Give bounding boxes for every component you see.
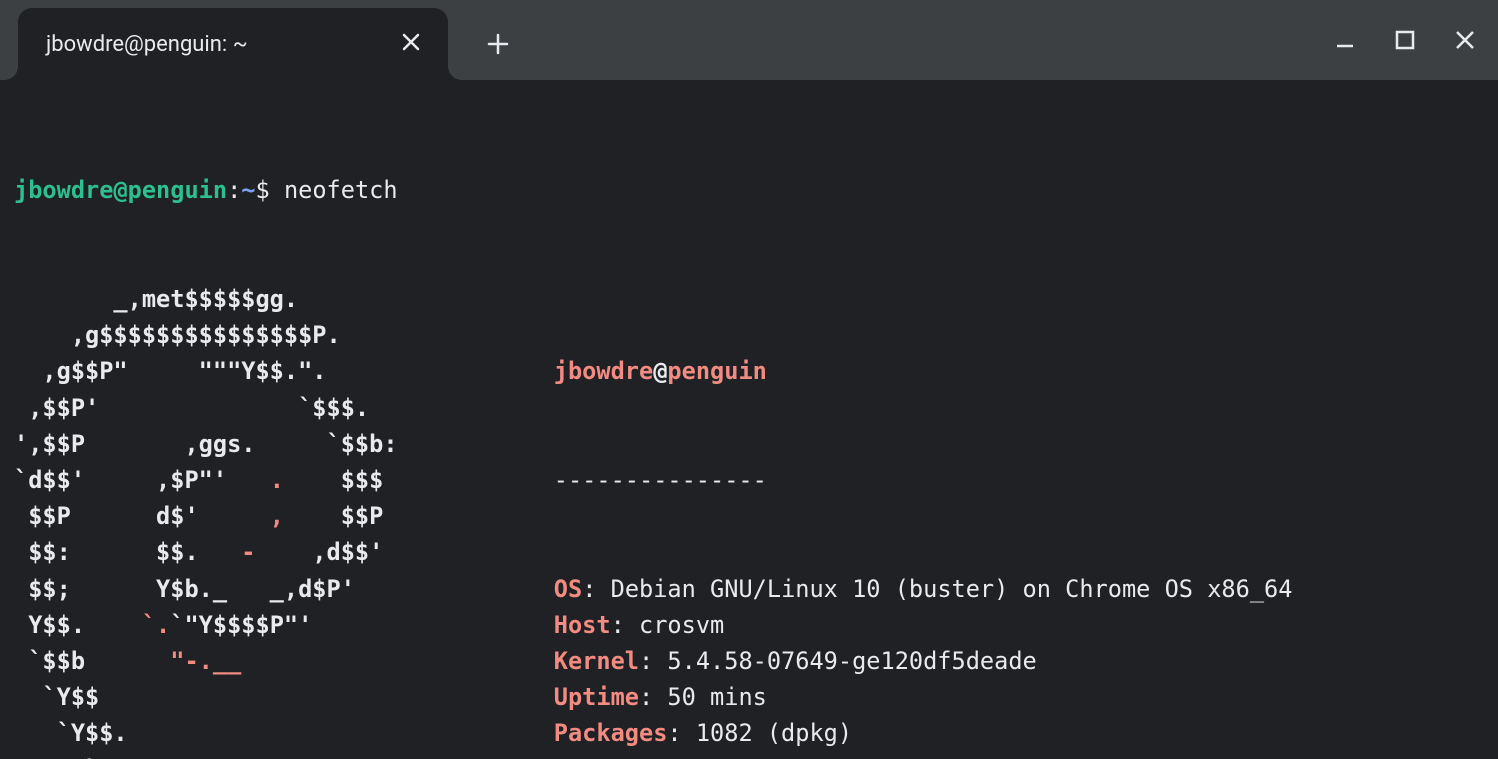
- info-key: Shell: [554, 756, 625, 759]
- close-tab-icon[interactable]: [402, 33, 420, 56]
- info-value: 1082 (dpkg): [696, 719, 852, 747]
- ascii-line: `$$b.: [14, 752, 554, 759]
- maximize-button[interactable]: [1390, 25, 1420, 55]
- info-row: Uptime: 50 mins: [554, 679, 1293, 715]
- tab-title: jbowdre@penguin: ~: [46, 32, 248, 57]
- window-titlebar: jbowdre@penguin: ~: [0, 0, 1498, 80]
- info-value: bash 5.0.3: [653, 756, 795, 759]
- info-key: OS: [554, 575, 582, 603]
- info-row: Kernel: 5.4.58-07649-ge120df5deade: [554, 643, 1293, 679]
- prompt-path: ~: [241, 176, 255, 204]
- new-tab-button[interactable]: [478, 24, 518, 64]
- info-key: Kernel: [554, 647, 639, 675]
- command-text: neofetch: [284, 176, 398, 204]
- info-value: crosvm: [639, 611, 724, 639]
- ascii-line: $$; Y$b._ _,d$P': [14, 571, 554, 607]
- prompt-sigil: $: [256, 176, 284, 204]
- ascii-line: ,g$$$$$$$$$$$$$$$P.: [14, 317, 554, 353]
- info-user: jbowdre: [554, 357, 653, 385]
- ascii-line: Y$$. `.`"Y$$$$P"': [14, 607, 554, 643]
- window-controls: [1330, 0, 1480, 80]
- info-row: Packages: 1082 (dpkg): [554, 715, 1293, 751]
- ascii-line: `Y$$: [14, 679, 554, 715]
- neofetch-info: jbowdre@penguin --------------- OS: Debi…: [554, 281, 1293, 759]
- info-value: 50 mins: [667, 683, 766, 711]
- info-host: penguin: [667, 357, 766, 385]
- info-key: Uptime: [554, 683, 639, 711]
- ascii-line: ',$$P ,ggs. `$$b:: [14, 426, 554, 462]
- ascii-line: _,met$$$$$gg.: [14, 281, 554, 317]
- prompt-user-host: jbowdre@penguin: [14, 176, 227, 204]
- terminal-output[interactable]: jbowdre@penguin:~$ neofetch _,met$$$$$gg…: [0, 80, 1498, 759]
- info-key: Host: [554, 611, 611, 639]
- info-value: 5.4.58-07649-ge120df5deade: [667, 647, 1036, 675]
- active-tab[interactable]: jbowdre@penguin: ~: [18, 8, 448, 80]
- ascii-line: `$$b "-.__: [14, 643, 554, 679]
- minimize-button[interactable]: [1330, 25, 1360, 55]
- info-separator: ---------------: [554, 462, 1293, 498]
- ascii-line: `d$$' ,$P"' . $$$: [14, 462, 554, 498]
- ascii-art: _,met$$$$$gg. ,g$$$$$$$$$$$$$$$P. ,g$$P"…: [14, 281, 554, 759]
- ascii-line: `Y$$.: [14, 715, 554, 751]
- close-window-button[interactable]: [1450, 25, 1480, 55]
- info-value: Debian GNU/Linux 10 (buster) on Chrome O…: [611, 575, 1293, 603]
- info-key: Packages: [554, 719, 668, 747]
- ascii-line: $$: $$. - ,d$$': [14, 534, 554, 570]
- info-row: Shell: bash 5.0.3: [554, 752, 1293, 759]
- ascii-line: $$P d$' , $$P: [14, 498, 554, 534]
- ascii-line: ,g$$P" """Y$$.".: [14, 353, 554, 389]
- ascii-line: ,$$P' `$$$.: [14, 390, 554, 426]
- info-row: Host: crosvm: [554, 607, 1293, 643]
- prompt-line: jbowdre@penguin:~$ neofetch: [14, 172, 1484, 208]
- info-row: OS: Debian GNU/Linux 10 (buster) on Chro…: [554, 571, 1293, 607]
